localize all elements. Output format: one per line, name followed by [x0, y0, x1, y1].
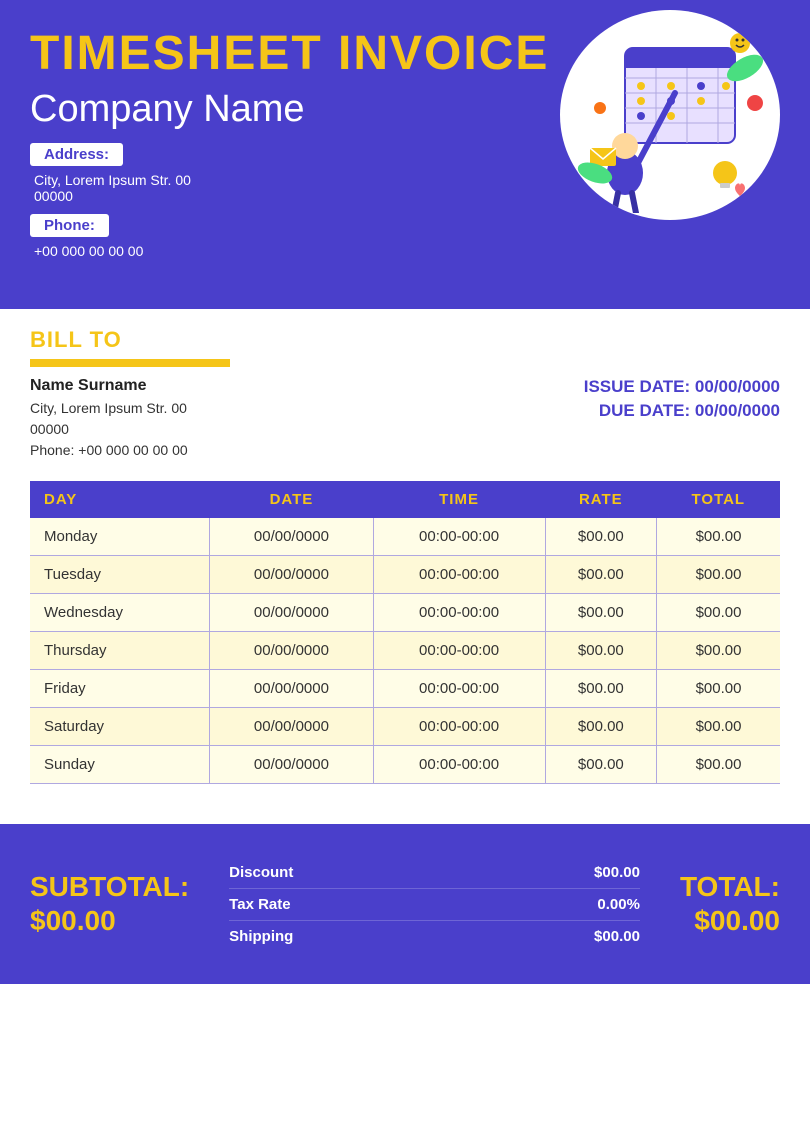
cell-day: Monday	[30, 518, 210, 556]
bill-address: City, Lorem Ipsum Str. 00 00000 Phone: +…	[30, 398, 520, 461]
bill-to-section: BILL TO Name Surname City, Lorem Ipsum S…	[0, 309, 810, 471]
table-header-row: DAY DATE TIME RATE TOTAL	[30, 481, 780, 518]
cell-rate: $00.00	[545, 708, 656, 746]
due-date-line: DUE DATE: 00/00/0000	[520, 401, 780, 421]
subtotal-label: SUBTOTAL:	[30, 870, 189, 904]
cell-time: 00:00-00:00	[373, 708, 545, 746]
subtotal-block: SUBTOTAL: $00.00	[30, 870, 189, 937]
subtotal-value: $00.00	[30, 904, 189, 938]
cell-rate: $00.00	[545, 746, 656, 784]
cell-time: 00:00-00:00	[373, 632, 545, 670]
shipping-value: $00.00	[594, 928, 640, 945]
table-row: Tuesday00/00/000000:00-00:00$00.00$00.00	[30, 556, 780, 594]
cell-day: Thursday	[30, 632, 210, 670]
cell-time: 00:00-00:00	[373, 594, 545, 632]
footer-middle: Discount $00.00 Tax Rate 0.00% Shipping …	[229, 857, 640, 952]
bill-row: Name Surname City, Lorem Ipsum Str. 00 0…	[30, 377, 780, 461]
shipping-row: Shipping $00.00	[229, 921, 640, 952]
table-row: Monday00/00/000000:00-00:00$00.00$00.00	[30, 518, 780, 556]
cell-rate: $00.00	[545, 518, 656, 556]
bill-right: ISSUE DATE: 00/00/0000 DUE DATE: 00/00/0…	[520, 377, 780, 425]
table-row: Saturday00/00/000000:00-00:00$00.00$00.0…	[30, 708, 780, 746]
cell-time: 00:00-00:00	[373, 556, 545, 594]
cell-total: $00.00	[657, 594, 780, 632]
cell-rate: $00.00	[545, 594, 656, 632]
cell-total: $00.00	[657, 708, 780, 746]
issue-date-value: 00/00/0000	[695, 377, 780, 396]
due-date-label: DUE DATE:	[599, 401, 690, 420]
col-time: TIME	[373, 481, 545, 518]
col-date: DATE	[210, 481, 373, 518]
discount-value: $00.00	[594, 864, 640, 881]
col-day: DAY	[30, 481, 210, 518]
cell-rate: $00.00	[545, 556, 656, 594]
bill-left: Name Surname City, Lorem Ipsum Str. 00 0…	[30, 377, 520, 461]
tax-row: Tax Rate 0.00%	[229, 889, 640, 921]
cell-total: $00.00	[657, 518, 780, 556]
table-row: Friday00/00/000000:00-00:00$00.00$00.00	[30, 670, 780, 708]
bill-yellow-bar	[30, 359, 230, 367]
tax-value: 0.00%	[597, 896, 640, 913]
timesheet-table: DAY DATE TIME RATE TOTAL Monday00/00/000…	[30, 481, 780, 784]
bill-to-title: BILL TO	[30, 327, 780, 353]
footer-section: SUBTOTAL: $00.00 Discount $00.00 Tax Rat…	[0, 824, 810, 984]
cell-total: $00.00	[657, 632, 780, 670]
cell-day: Friday	[30, 670, 210, 708]
cell-date: 00/00/0000	[210, 746, 373, 784]
cell-time: 00:00-00:00	[373, 746, 545, 784]
cell-total: $00.00	[657, 670, 780, 708]
discount-label: Discount	[229, 864, 293, 881]
cell-date: 00/00/0000	[210, 632, 373, 670]
issue-date-line: ISSUE DATE: 00/00/0000	[520, 377, 780, 397]
header-illustration	[520, 10, 780, 220]
address-label: Address:	[30, 143, 123, 166]
illustration-circle	[560, 10, 780, 220]
shipping-label: Shipping	[229, 928, 293, 945]
header-section: TIMESHEET INVOICE Company Name Address: …	[0, 0, 810, 309]
table-row: Thursday00/00/000000:00-00:00$00.00$00.0…	[30, 632, 780, 670]
cell-day: Sunday	[30, 746, 210, 784]
cell-date: 00/00/0000	[210, 670, 373, 708]
issue-date-label: ISSUE DATE:	[584, 377, 690, 396]
total-value: $00.00	[680, 904, 780, 938]
calendar-illustration-svg	[570, 18, 770, 213]
phone-value: +00 000 00 00 00	[34, 243, 780, 259]
cell-date: 00/00/0000	[210, 518, 373, 556]
table-section: DAY DATE TIME RATE TOTAL Monday00/00/000…	[0, 471, 810, 784]
bill-name: Name Surname	[30, 377, 520, 395]
cell-day: Wednesday	[30, 594, 210, 632]
cell-total: $00.00	[657, 556, 780, 594]
col-total: TOTAL	[657, 481, 780, 518]
tax-label: Tax Rate	[229, 896, 290, 913]
cell-rate: $00.00	[545, 632, 656, 670]
cell-total: $00.00	[657, 746, 780, 784]
cell-day: Tuesday	[30, 556, 210, 594]
cell-rate: $00.00	[545, 670, 656, 708]
cell-day: Saturday	[30, 708, 210, 746]
discount-row: Discount $00.00	[229, 857, 640, 889]
total-block: TOTAL: $00.00	[680, 870, 780, 937]
cell-time: 00:00-00:00	[373, 518, 545, 556]
table-row: Sunday00/00/000000:00-00:00$00.00$00.00	[30, 746, 780, 784]
cell-date: 00/00/0000	[210, 556, 373, 594]
col-rate: RATE	[545, 481, 656, 518]
total-label: TOTAL:	[680, 870, 780, 904]
cell-date: 00/00/0000	[210, 594, 373, 632]
phone-label: Phone:	[30, 214, 109, 237]
table-row: Wednesday00/00/000000:00-00:00$00.00$00.…	[30, 594, 780, 632]
cell-time: 00:00-00:00	[373, 670, 545, 708]
cell-date: 00/00/0000	[210, 708, 373, 746]
due-date-value: 00/00/0000	[695, 401, 780, 420]
